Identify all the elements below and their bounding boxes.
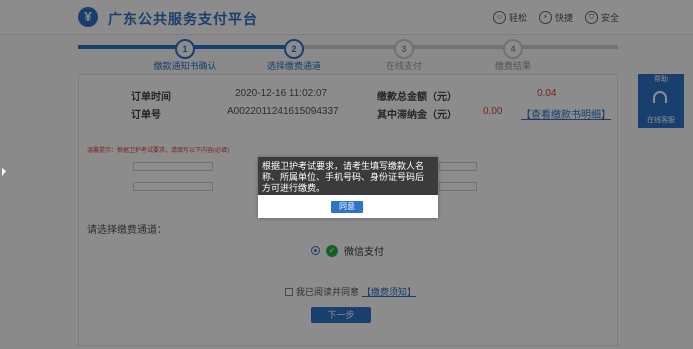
mouse-cursor-icon xyxy=(2,168,6,176)
dialog-message: 根据卫护考试要求，请考生填写缴款人名称、所属单位、手机号码、身份证号码后方可进行… xyxy=(258,157,438,195)
agree-button[interactable]: 同意 xyxy=(331,201,363,213)
notice-dialog: 根据卫护考试要求，请考生填写缴款人名称、所属单位、手机号码、身份证号码后方可进行… xyxy=(258,157,438,218)
